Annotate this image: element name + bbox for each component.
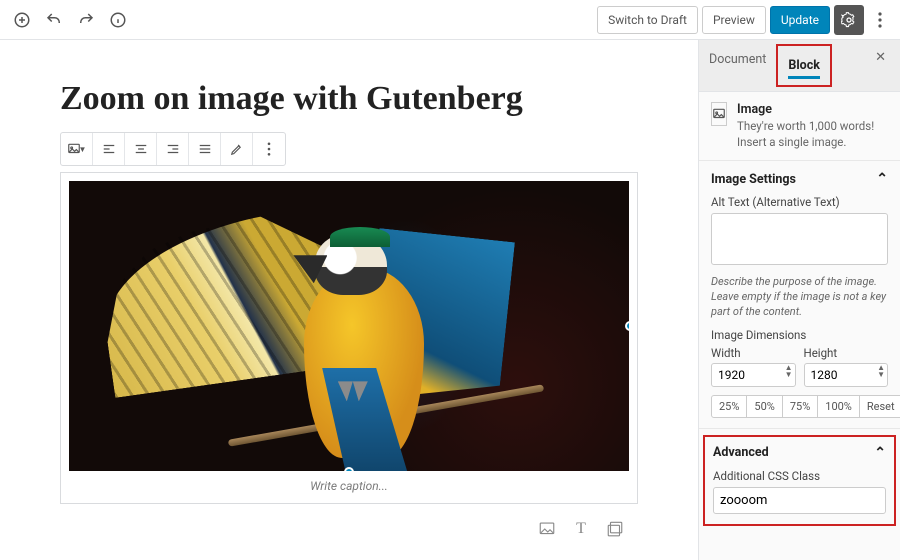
undo-button[interactable]	[40, 6, 68, 34]
insert-gallery-icon[interactable]	[604, 518, 626, 540]
alt-text-hint: Describe the purpose of the image. Leave…	[711, 275, 888, 320]
preset-75[interactable]: 75%	[783, 395, 818, 418]
advanced-panel: Advanced ⌃ Additional CSS Class	[703, 435, 896, 526]
image-settings-toggle[interactable]: Image Settings ⌃	[711, 171, 888, 187]
align-left-button[interactable]	[93, 133, 125, 165]
align-center-button[interactable]	[125, 133, 157, 165]
width-label: Width	[711, 346, 796, 360]
image-preview[interactable]	[69, 181, 629, 471]
block-summary-panel: Image They're worth 1,000 words! Insert …	[699, 92, 900, 161]
more-menu-button[interactable]	[868, 5, 892, 35]
editor-canvas[interactable]: Zoom on image with Gutenberg ▼	[0, 40, 698, 560]
align-right-button[interactable]	[157, 133, 189, 165]
resize-handle-bottom[interactable]	[344, 467, 354, 471]
preview-button[interactable]: Preview	[702, 6, 766, 34]
update-button[interactable]: Update	[770, 6, 830, 34]
block-name: Image	[737, 102, 888, 117]
spinner-icon[interactable]: ▲▼	[877, 364, 885, 378]
settings-toggle-button[interactable]	[834, 5, 864, 35]
preset-100[interactable]: 100%	[818, 395, 860, 418]
alt-text-input[interactable]	[711, 213, 888, 265]
editor-topbar: Switch to Draft Preview Update	[0, 0, 900, 40]
css-class-label: Additional CSS Class	[713, 469, 886, 483]
width-input[interactable]	[711, 363, 796, 387]
insert-image-icon[interactable]	[536, 518, 558, 540]
tab-document[interactable]: Document	[699, 40, 776, 91]
reset-size-button[interactable]: Reset	[860, 395, 900, 418]
preset-50[interactable]: 50%	[747, 395, 782, 418]
alt-text-label: Alt Text (Alternative Text)	[711, 195, 888, 209]
insert-text-icon[interactable]: T	[570, 518, 592, 540]
spinner-icon[interactable]: ▲▼	[785, 364, 793, 378]
chevron-down-icon: ▼	[79, 145, 87, 154]
height-input[interactable]	[804, 363, 889, 387]
chevron-up-icon: ⌃	[874, 445, 886, 461]
css-class-input[interactable]	[713, 487, 886, 514]
redo-button	[72, 6, 100, 34]
block-more-button[interactable]	[253, 133, 285, 165]
close-sidebar-button[interactable]: ✕	[861, 40, 900, 91]
dimensions-label: Image Dimensions	[711, 328, 888, 342]
height-label: Height	[804, 346, 889, 360]
align-wide-button[interactable]	[189, 133, 221, 165]
size-presets: 25% 50% 75% 100% Reset	[711, 395, 888, 418]
settings-sidebar: Document Block ✕ Image They're worth 1,0…	[698, 40, 900, 560]
editor-main: Zoom on image with Gutenberg ▼	[0, 40, 900, 560]
parrot-head	[315, 233, 387, 295]
image-settings-panel: Image Settings ⌃ Alt Text (Alternative T…	[699, 161, 900, 429]
info-button[interactable]	[104, 6, 132, 34]
post-title[interactable]: Zoom on image with Gutenberg	[60, 80, 638, 118]
switch-to-draft-button[interactable]: Switch to Draft	[597, 6, 698, 34]
sidebar-tabs: Document Block ✕	[699, 40, 900, 92]
block-description: They're worth 1,000 words! Insert a sing…	[737, 119, 888, 150]
image-caption-input[interactable]: Write caption...	[69, 471, 629, 495]
inserter-shortcuts: T	[60, 518, 638, 540]
add-block-button[interactable]	[8, 6, 36, 34]
advanced-toggle[interactable]: Advanced ⌃	[713, 445, 886, 461]
image-block[interactable]: Write caption...	[60, 172, 638, 504]
block-toolbar: ▼	[60, 132, 286, 166]
image-icon	[711, 102, 727, 126]
resize-handle-right[interactable]	[625, 321, 629, 331]
edit-image-button[interactable]	[221, 133, 253, 165]
tab-block[interactable]: Block	[776, 44, 832, 87]
block-switcher-button[interactable]: ▼	[61, 133, 93, 165]
preset-25[interactable]: 25%	[711, 395, 747, 418]
chevron-up-icon: ⌃	[876, 171, 888, 187]
parrot-body	[304, 268, 424, 458]
